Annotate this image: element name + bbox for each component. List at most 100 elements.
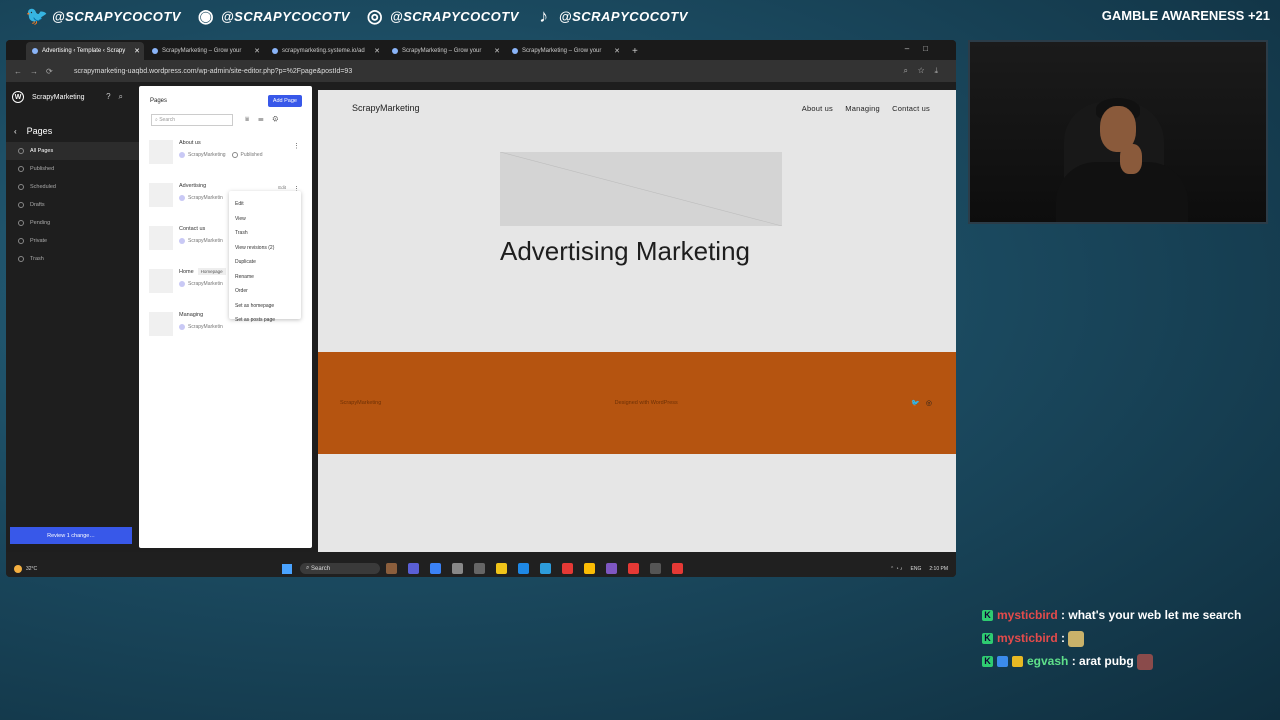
page-preview-canvas[interactable]: ScrapyMarketing About us Managing Contac…	[318, 90, 956, 552]
chat-username: egvash	[1027, 654, 1069, 668]
footer-credit: Designed with WordPress	[614, 400, 678, 406]
browser-tab[interactable]: scrapymarketing.systeme.io/ad ✕	[266, 42, 384, 60]
sidebar-item-scheduled[interactable]: Scheduled	[6, 178, 139, 196]
taskbar-search[interactable]: ⌕ Search	[300, 563, 380, 574]
page-title[interactable]: Managing	[179, 312, 223, 318]
chat-username: mysticbird	[997, 631, 1058, 645]
page-thumbnail	[149, 226, 173, 250]
taskbar-app-icon[interactable]	[430, 563, 441, 574]
menu-item-view-revisions[interactable]: View revisions (2)	[229, 241, 301, 256]
windows-taskbar: 32°C ⌕ Search ⌃ ◔ ♪ ENG 2:10 PM	[6, 560, 956, 577]
close-icon[interactable]: ✕	[494, 47, 500, 55]
menu-item-view[interactable]: View	[229, 212, 301, 227]
page-title[interactable]: Home Homepage	[179, 268, 226, 275]
search-placeholder: Search	[159, 117, 176, 123]
sidebar-item-all-pages[interactable]: All Pages	[6, 142, 139, 160]
kick-badge-icon: K	[982, 610, 993, 622]
list-item[interactable]: About us ScrapyMarketing Published ⋮	[139, 138, 312, 177]
page-heading[interactable]: Advertising Marketing	[500, 236, 750, 267]
taskbar-app-icon[interactable]	[408, 563, 419, 574]
more-actions-icon[interactable]: ⋮	[293, 142, 300, 150]
chat-username: mysticbird	[997, 608, 1058, 622]
wp-sidebar: W ScrapyMarketing ?⌕ ‹ Pages All Pages P…	[6, 82, 139, 552]
taskbar-app-icon[interactable]	[672, 563, 683, 574]
page-thumbnail	[149, 183, 173, 207]
page-title[interactable]: About us	[179, 140, 262, 146]
browser-tab[interactable]: ScrapyMarketing – Grow your ✕	[146, 42, 264, 60]
tray-icons[interactable]: ⌃ ◔ ♪	[890, 566, 903, 572]
taskbar-app-icon[interactable]	[606, 563, 617, 574]
clock[interactable]: 2:10 PM	[929, 566, 948, 572]
filter-view-settings-icons[interactable]: ⩸☰⚙	[245, 116, 287, 124]
wordpress-logo-icon[interactable]: W	[12, 91, 24, 103]
page-title[interactable]: Contact us	[179, 226, 223, 232]
streamer-body	[1056, 162, 1188, 222]
sidebar-item-drafts[interactable]: Drafts	[6, 196, 139, 214]
sidebar-item-trash[interactable]: Trash	[6, 250, 139, 268]
nav-buttons[interactable]: ←→⟳	[14, 67, 74, 76]
taskbar-app-icon[interactable]	[628, 563, 639, 574]
taskbar-app-icon[interactable]	[496, 563, 507, 574]
taskbar-app-icon[interactable]	[540, 563, 551, 574]
weather-widget[interactable]: 32°C	[14, 564, 37, 573]
taskbar-app-icon[interactable]	[474, 563, 485, 574]
published-icon	[18, 166, 24, 172]
featured-image-placeholder[interactable]	[500, 152, 782, 226]
site-nav-link[interactable]: Managing	[845, 104, 880, 113]
menu-item-set-homepage[interactable]: Set as homepage	[229, 299, 301, 314]
pages-list-title: Pages	[150, 98, 168, 104]
streamer-hand	[1120, 144, 1142, 174]
social-bar: 🐦 @SCRAPYCOCOTV ◉ @SCRAPYCOCOTV ◎ @SCRAPYCO…	[0, 0, 1280, 32]
search-input[interactable]: ⌕ Search	[151, 114, 233, 126]
windows-start-icon[interactable]	[282, 563, 292, 574]
language-indicator[interactable]: ENG	[911, 566, 922, 572]
menu-item-rename[interactable]: Rename	[229, 270, 301, 285]
menu-item-edit[interactable]: Edit	[229, 197, 301, 212]
taskbar-app-icon[interactable]	[584, 563, 595, 574]
taskbar-app-icon[interactable]	[562, 563, 573, 574]
taskbar-app-icon[interactable]	[452, 563, 463, 574]
sidebar-item-private[interactable]: Private	[6, 232, 139, 250]
close-icon[interactable]: ✕	[374, 47, 380, 55]
url-field[interactable]: scrapymarketing-uaqbd.wordpress.com/wp-a…	[74, 68, 903, 75]
wp-site-editor: W ScrapyMarketing ?⌕ ‹ Pages All Pages P…	[6, 82, 956, 552]
site-nav-link[interactable]: About us	[802, 104, 833, 113]
menu-item-trash[interactable]: Trash	[229, 226, 301, 241]
address-bar-icons[interactable]: ⌕☆⤓	[903, 66, 948, 76]
chevron-left-icon[interactable]: ‹	[14, 127, 17, 136]
sidebar-item-pending[interactable]: Pending	[6, 214, 139, 232]
review-changes-button[interactable]: Review 1 change…	[10, 527, 132, 544]
browser-tab[interactable]: Advertising ‹ Template ‹ Scrapy ✕	[26, 42, 144, 60]
page-row-text: About us ScrapyMarketing Published	[179, 138, 262, 158]
instagram-icon: ◎	[366, 5, 384, 26]
taskbar-app-icon[interactable]	[650, 563, 661, 574]
drafts-icon	[18, 202, 24, 208]
taskbar-app-icon[interactable]	[386, 563, 397, 574]
close-icon[interactable]: ✕	[134, 47, 140, 55]
pages-list-panel: Pages Add Page ⌕ Search ⩸☰⚙ About us Scr…	[139, 86, 312, 548]
close-icon[interactable]: ✕	[254, 47, 260, 55]
homepage-badge: Homepage	[197, 268, 226, 275]
browser-tab[interactable]: ScrapyMarketing – Grow your ✕	[386, 42, 504, 60]
footer-social-icons[interactable]: 🐦◎	[911, 399, 938, 407]
site-nav-link[interactable]: Contact us	[892, 104, 930, 113]
menu-item-duplicate[interactable]: Duplicate	[229, 255, 301, 270]
page-title[interactable]: Advertising	[179, 183, 223, 189]
browser-tab[interactable]: ScrapyMarketing – Grow your ✕	[506, 42, 624, 60]
page-meta: ScrapyMarketin	[179, 195, 223, 201]
page-row-text: Advertising ScrapyMarketin	[179, 181, 223, 201]
site-title[interactable]: ScrapyMarketing	[352, 103, 420, 113]
sidebar-item-published[interactable]: Published	[6, 160, 139, 178]
taskbar-app-icon[interactable]	[518, 563, 529, 574]
menu-item-set-posts-page[interactable]: Set as posts page	[229, 313, 301, 328]
edit-link[interactable]: Edit	[278, 185, 286, 190]
new-tab-button[interactable]: +	[632, 46, 638, 57]
close-icon[interactable]: ✕	[614, 47, 620, 55]
menu-item-order[interactable]: Order	[229, 284, 301, 299]
add-page-button[interactable]: Add Page	[267, 95, 302, 107]
page-meta: ScrapyMarketin	[179, 324, 223, 330]
help-search-icons[interactable]: ?⌕	[106, 92, 131, 102]
page-row-text: Contact us ScrapyMarketin	[179, 224, 223, 244]
chat-message: Kegvash : arat pubg	[982, 652, 1272, 670]
window-controls[interactable]: –□	[905, 44, 942, 53]
